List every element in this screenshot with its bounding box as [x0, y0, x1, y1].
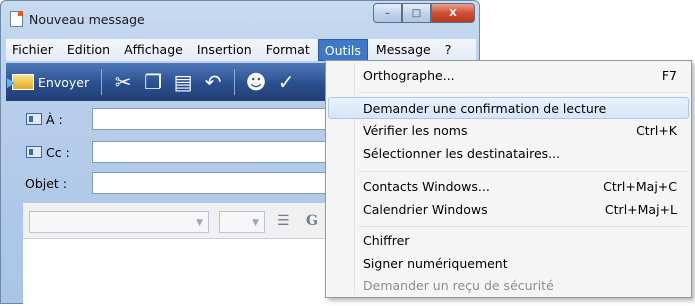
send-icon	[7, 74, 34, 90]
chevron-down-icon: ▼	[196, 218, 203, 228]
chevron-down-icon: ▼	[252, 218, 259, 228]
window-title: Nouveau message	[29, 12, 145, 27]
menu-item-calendrier-windows[interactable]: Calendrier Windows Ctrl+Maj+L	[328, 199, 689, 221]
menu-item-label: Vérifier les noms	[363, 123, 468, 138]
menu-separator	[359, 226, 687, 227]
spelling-icon[interactable]: ✓	[273, 69, 299, 95]
menu-item-label: Demander un reçu de sécurité	[363, 278, 554, 293]
menu-item-orthographe[interactable]: Orthographe... F7	[328, 65, 689, 87]
address-book-icon[interactable]	[26, 146, 42, 158]
to-label: À :	[46, 111, 63, 127]
maximize-icon: □	[411, 7, 422, 19]
cc-label: Cc :	[46, 144, 70, 160]
address-book-icon[interactable]	[26, 113, 42, 125]
menu-item-chiffrer[interactable]: Chiffrer	[328, 230, 689, 252]
font-select[interactable]: ▼	[29, 211, 209, 233]
menu-item-shortcut: Ctrl+Maj+C	[603, 179, 677, 194]
copy-icon[interactable]: ❐	[140, 69, 166, 95]
menu-item-contacts-windows[interactable]: Contacts Windows... Ctrl+Maj+C	[328, 176, 689, 198]
window-controls: – □ X	[373, 3, 475, 27]
menu-item-signer[interactable]: Signer numériquement	[328, 253, 689, 275]
subject-label: Objet :	[25, 175, 68, 191]
menu-item-label: Demander une confirmation de lecture	[363, 101, 607, 116]
menu-outils[interactable]: Outils	[317, 39, 368, 61]
menu-help[interactable]: ?	[439, 39, 458, 61]
menu-edition[interactable]: Edition	[61, 39, 116, 61]
paste-icon[interactable]: ▤	[170, 69, 196, 95]
menu-message[interactable]: Message	[370, 39, 437, 61]
menu-item-shortcut: Ctrl+K	[636, 123, 677, 138]
menu-item-label: Orthographe...	[363, 68, 455, 83]
menu-affichage[interactable]: Affichage	[118, 39, 189, 61]
new-message-icon	[10, 11, 23, 27]
close-icon: X	[449, 7, 457, 19]
toolbar-separator	[101, 69, 103, 95]
menu-separator	[359, 92, 687, 93]
cut-icon[interactable]: ✂	[110, 69, 136, 95]
menu-item-selectionner-destinataires[interactable]: Sélectionner les destinataires...	[328, 143, 689, 165]
undo-icon[interactable]: ↶	[200, 69, 226, 95]
menu-item-label: Signer numériquement	[363, 256, 508, 271]
bold-button[interactable]: G	[306, 213, 318, 229]
toolbar-separator	[234, 69, 236, 95]
outils-menu-dropdown: Orthographe... F7 Demander une confirmat…	[325, 60, 692, 298]
menu-item-label: Contacts Windows...	[363, 179, 490, 194]
paragraph-style-icon[interactable]: ☰	[277, 213, 290, 229]
send-label: Envoyer	[38, 74, 90, 90]
menu-fichier[interactable]: Fichier	[6, 39, 59, 61]
menu-item-label: Calendrier Windows	[363, 202, 488, 217]
send-button[interactable]: Envoyer	[6, 68, 95, 96]
menu-item-label: Chiffrer	[363, 233, 410, 248]
menu-item-shortcut: F7	[661, 68, 677, 83]
menu-insertion[interactable]: Insertion	[191, 39, 258, 61]
menu-separator	[359, 171, 687, 172]
menu-bar: Fichier Edition Affichage Insertion Form…	[6, 39, 476, 61]
close-button[interactable]: X	[431, 3, 475, 23]
maximize-button[interactable]: □	[402, 3, 431, 23]
menu-item-confirmation-lecture[interactable]: Demander une confirmation de lecture	[328, 97, 689, 119]
menu-item-recu-securite: Demander un reçu de sécurité	[328, 275, 689, 297]
menu-format[interactable]: Format	[260, 39, 316, 61]
size-select[interactable]: ▼	[219, 211, 265, 233]
menu-item-verifier-noms[interactable]: Vérifier les noms Ctrl+K	[328, 120, 689, 142]
minimize-button[interactable]: –	[373, 3, 402, 23]
check-names-icon[interactable]: ☻	[243, 69, 269, 95]
title-bar[interactable]: Nouveau message – □ X	[1, 1, 479, 37]
menu-item-shortcut: Ctrl+Maj+L	[604, 202, 677, 217]
menu-item-label: Sélectionner les destinataires...	[363, 146, 561, 161]
minimize-icon: –	[385, 7, 390, 19]
